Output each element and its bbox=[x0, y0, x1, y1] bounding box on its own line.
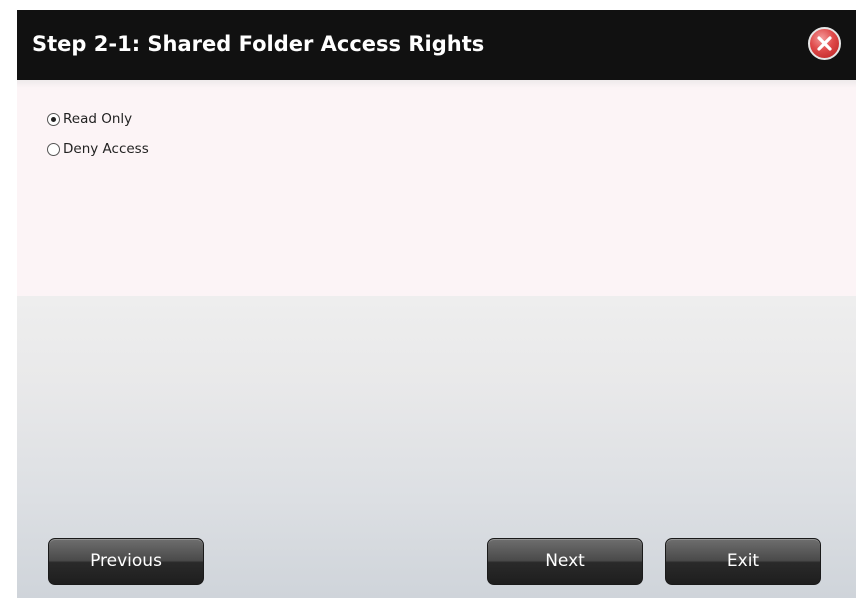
dialog-window: Step 2-1: Shared Folder Access Rights Re… bbox=[17, 10, 856, 598]
radio-label-deny-access: Deny Access bbox=[63, 141, 149, 157]
dialog-titlebar: Step 2-1: Shared Folder Access Rights bbox=[17, 10, 856, 80]
next-button[interactable]: Next bbox=[487, 538, 643, 585]
close-icon bbox=[817, 36, 832, 51]
radio-label-read-only: Read Only bbox=[63, 111, 133, 127]
radio-button-checked[interactable] bbox=[47, 112, 60, 126]
content-top-shade bbox=[17, 80, 856, 88]
radio-read-only[interactable]: Read Only bbox=[47, 110, 132, 128]
radio-deny-access[interactable]: Deny Access bbox=[47, 140, 149, 158]
radio-button-unchecked[interactable] bbox=[47, 142, 60, 156]
close-button[interactable] bbox=[808, 27, 841, 60]
previous-button[interactable]: Previous bbox=[48, 538, 204, 585]
dialog-title: Step 2-1: Shared Folder Access Rights bbox=[32, 32, 485, 56]
exit-button[interactable]: Exit bbox=[665, 538, 821, 585]
